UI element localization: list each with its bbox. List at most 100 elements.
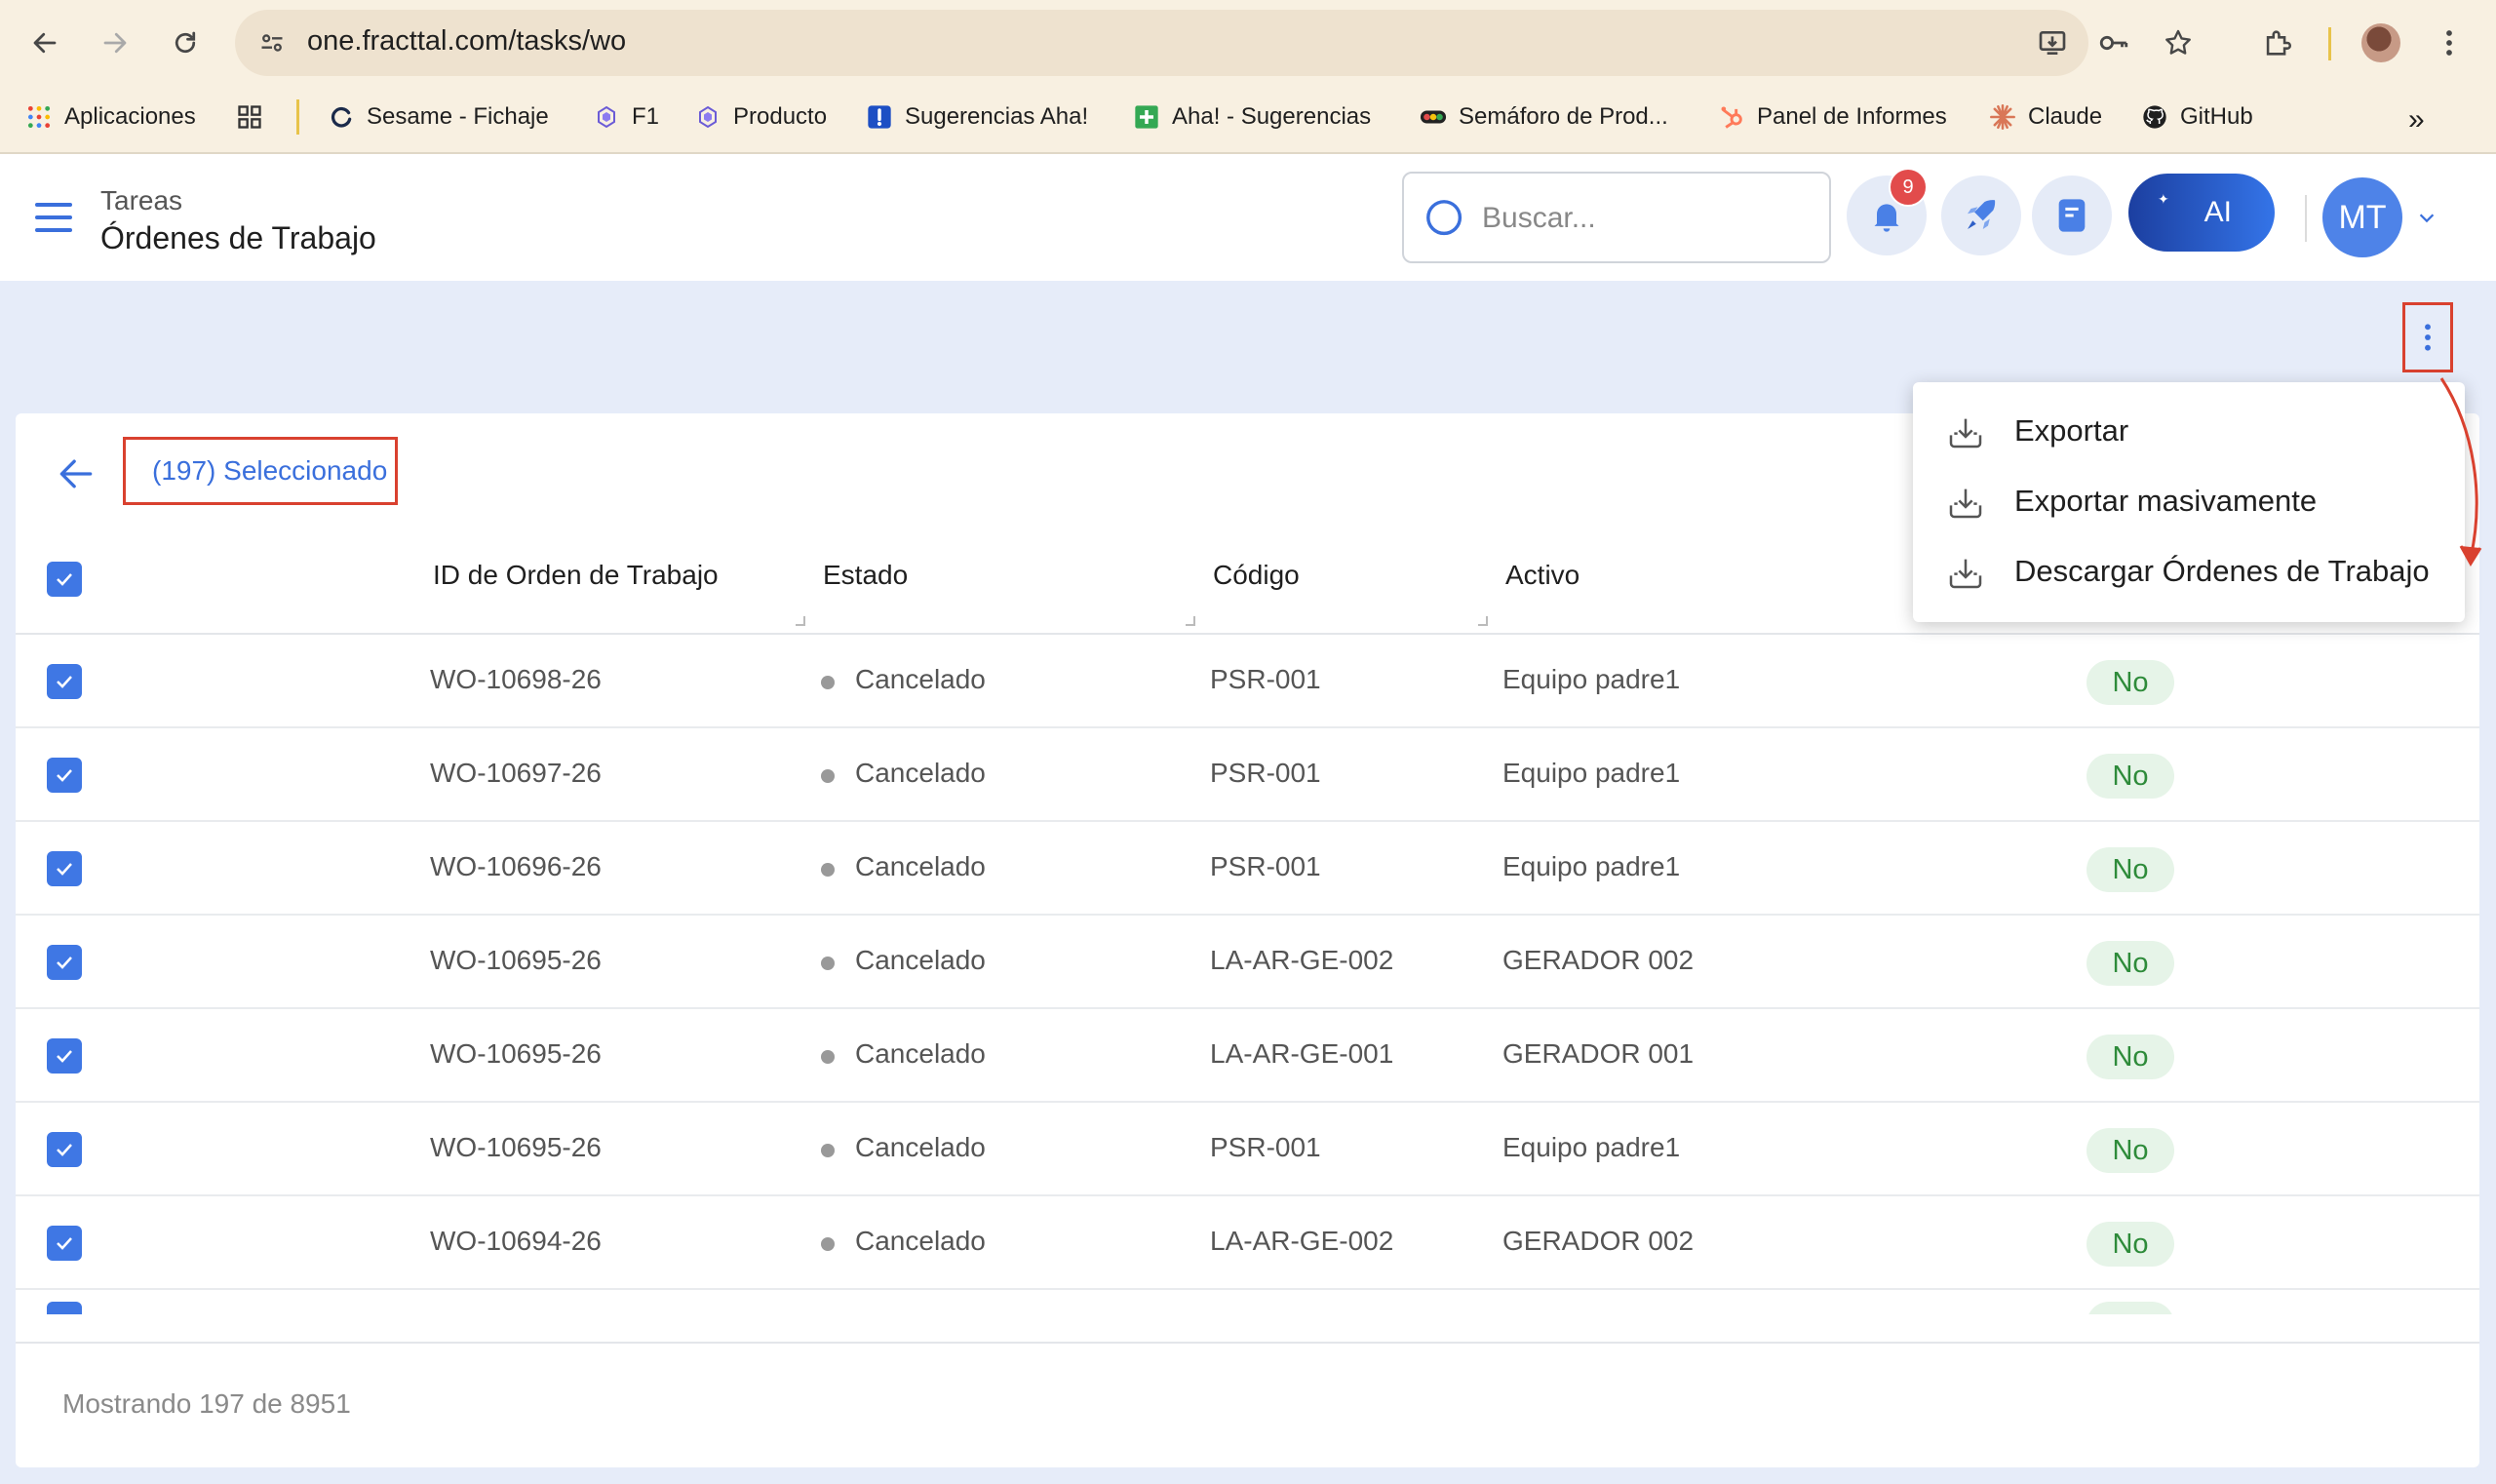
bookmark-sugerencias-aha[interactable]: Sugerencias Aha! [866, 103, 1088, 131]
table-row[interactable]: WO-10695-26 Cancelado LA-AR-GE-002 GERAD… [16, 916, 2479, 1009]
table-row[interactable]: WO-10696-26 Cancelado PSR-001 Equipo pad… [16, 822, 2479, 916]
search-input[interactable] [1482, 195, 1814, 242]
bookmark-sesame[interactable]: Sesame - Fichaje [328, 103, 549, 131]
column-header-activo[interactable]: Activo [1505, 560, 1580, 591]
bookmark-producto[interactable]: Producto [694, 103, 827, 131]
aha-exclamation-icon [866, 103, 893, 131]
status-dot [821, 1237, 835, 1251]
row-checkbox[interactable] [47, 1302, 82, 1314]
cell-id: WO-10698-26 [430, 664, 602, 694]
column-header-id[interactable]: ID de Orden de Trabajo [433, 560, 719, 591]
table-row[interactable]: WO-10698-26 Cancelado PSR-001 Equipo pad… [16, 635, 2479, 728]
menu-item-label: Descargar Órdenes de Trabajo [2014, 554, 2430, 588]
profile-avatar[interactable] [2361, 23, 2400, 62]
rocket-button[interactable] [1941, 176, 2021, 255]
table-row[interactable]: WO-10695-26 Cancelado LA-AR-GE-001 GERAD… [16, 1009, 2479, 1103]
row-checkbox[interactable] [47, 758, 82, 793]
bookmark-f1[interactable]: F1 [593, 103, 659, 131]
bookmark-grid[interactable] [236, 103, 275, 131]
selection-count[interactable]: (197) Seleccionado [123, 437, 398, 505]
footer-divider [16, 1342, 2479, 1344]
table-row[interactable]: WO-10697-26 Cancelado PSR-001 Equipo pad… [16, 728, 2479, 822]
select-all-checkbox[interactable] [47, 562, 82, 597]
notification-badge: 9 [1889, 168, 1928, 207]
bookmark-star-icon[interactable] [2157, 21, 2200, 64]
cell-codigo: PSR-001 [1210, 758, 1321, 788]
menu-item-exportar-masivamente[interactable]: Exportar masivamente [1913, 466, 2465, 536]
column-header-codigo[interactable]: Código [1213, 560, 1300, 591]
column-resize-handle[interactable] [1478, 616, 1488, 626]
actions-dropdown-menu: Exportar Exportar masivamente Descargar … [1913, 382, 2465, 622]
claude-sunburst-icon [1989, 103, 2016, 131]
back-arrow-icon[interactable] [23, 21, 66, 64]
github-icon [2141, 103, 2168, 131]
hubspot-icon [1718, 103, 1745, 131]
bookmark-panel-informes[interactable]: Panel de Informes [1718, 103, 1947, 131]
menu-item-descargar-ordenes[interactable]: Descargar Órdenes de Trabajo [1913, 536, 2465, 606]
bookmark-aplicaciones[interactable]: Aplicaciones [25, 103, 196, 131]
install-app-icon[interactable] [2031, 21, 2074, 64]
bookmarks-divider [296, 99, 299, 135]
row-checkbox[interactable] [47, 1132, 82, 1167]
hamburger-menu-icon[interactable] [35, 203, 72, 232]
bookmark-label: Aplicaciones [64, 103, 196, 130]
cell-estado: Cancelado [855, 945, 986, 975]
column-header-estado[interactable]: Estado [823, 560, 908, 591]
cell-codigo: PSR-001 [1210, 1132, 1321, 1162]
address-bar[interactable]: one.fracttal.com/tasks/wo [235, 10, 2088, 76]
search-box[interactable] [1402, 172, 1831, 263]
back-arrow-icon[interactable] [55, 452, 98, 505]
cell-estado: Cancelado [855, 1226, 986, 1256]
bookmark-claude[interactable]: Claude [1989, 103, 2102, 131]
password-key-icon[interactable] [2092, 21, 2135, 64]
site-settings-icon[interactable] [258, 29, 286, 57]
bookmark-semaforo[interactable]: Semáforo de Prod... [1420, 103, 1668, 131]
status-pill: No [2086, 1035, 2174, 1079]
kebab-menu-icon [2425, 324, 2431, 351]
cell-codigo: PSR-001 [1210, 851, 1321, 881]
forward-arrow-icon[interactable] [94, 21, 136, 64]
app-header: Tareas Órdenes de Trabajo 9 ✦ AI MT [0, 154, 2496, 281]
extensions-puzzle-icon[interactable] [2256, 21, 2299, 64]
status-pill: No [2086, 660, 2174, 705]
cell-codigo: PSR-001 [1210, 664, 1321, 694]
row-checkbox[interactable] [47, 664, 82, 699]
toolbar-divider [2328, 27, 2331, 60]
status-dot [821, 769, 835, 783]
status-pill: No [2086, 1222, 2174, 1267]
cell-estado: Cancelado [855, 851, 986, 881]
table-row-partial[interactable] [16, 1290, 2479, 1314]
url-text[interactable]: one.fracttal.com/tasks/wo [307, 25, 626, 58]
column-resize-handle[interactable] [796, 616, 805, 626]
bookmark-github[interactable]: GitHub [2141, 103, 2253, 131]
user-avatar[interactable]: MT [2322, 177, 2402, 257]
row-checkbox[interactable] [47, 945, 82, 980]
breadcrumb-section[interactable]: Tareas [100, 185, 182, 216]
ai-assistant-button[interactable]: ✦ AI [2128, 174, 2275, 252]
table-row[interactable]: WO-10695-26 Cancelado PSR-001 Equipo pad… [16, 1103, 2479, 1196]
table-row[interactable]: WO-10694-26 Cancelado LA-AR-GE-002 GERAD… [16, 1196, 2479, 1290]
bookmark-label: Semáforo de Prod... [1459, 103, 1668, 130]
menu-item-exportar[interactable]: Exportar [1913, 396, 2465, 466]
cell-activo: Equipo padre1 [1502, 758, 1681, 788]
knowledge-base-button[interactable] [2032, 176, 2112, 255]
row-checkbox[interactable] [47, 1038, 82, 1074]
cell-codigo: LA-AR-GE-002 [1210, 945, 1394, 975]
row-checkbox[interactable] [47, 1226, 82, 1261]
cell-activo: GERADOR 002 [1502, 1226, 1695, 1256]
reload-icon[interactable] [164, 21, 207, 64]
bookmark-aha-sugerencias[interactable]: Aha! - Sugerencias [1133, 103, 1371, 131]
fracttal-logo-icon [593, 103, 620, 131]
status-dot [821, 1144, 835, 1157]
column-resize-handle[interactable] [1186, 616, 1195, 626]
browser-menu-icon[interactable] [2428, 21, 2471, 64]
more-actions-button[interactable] [2402, 302, 2453, 372]
more-bookmarks-chevron-icon[interactable]: » [2408, 103, 2425, 137]
cell-activo: Equipo padre1 [1502, 851, 1681, 881]
status-pill: No [2086, 847, 2174, 892]
row-checkbox[interactable] [47, 851, 82, 886]
chevron-down-icon[interactable] [2416, 205, 2438, 235]
cell-id: WO-10694-26 [430, 1226, 602, 1256]
status-dot [821, 863, 835, 877]
cell-id: WO-10695-26 [430, 1038, 602, 1069]
